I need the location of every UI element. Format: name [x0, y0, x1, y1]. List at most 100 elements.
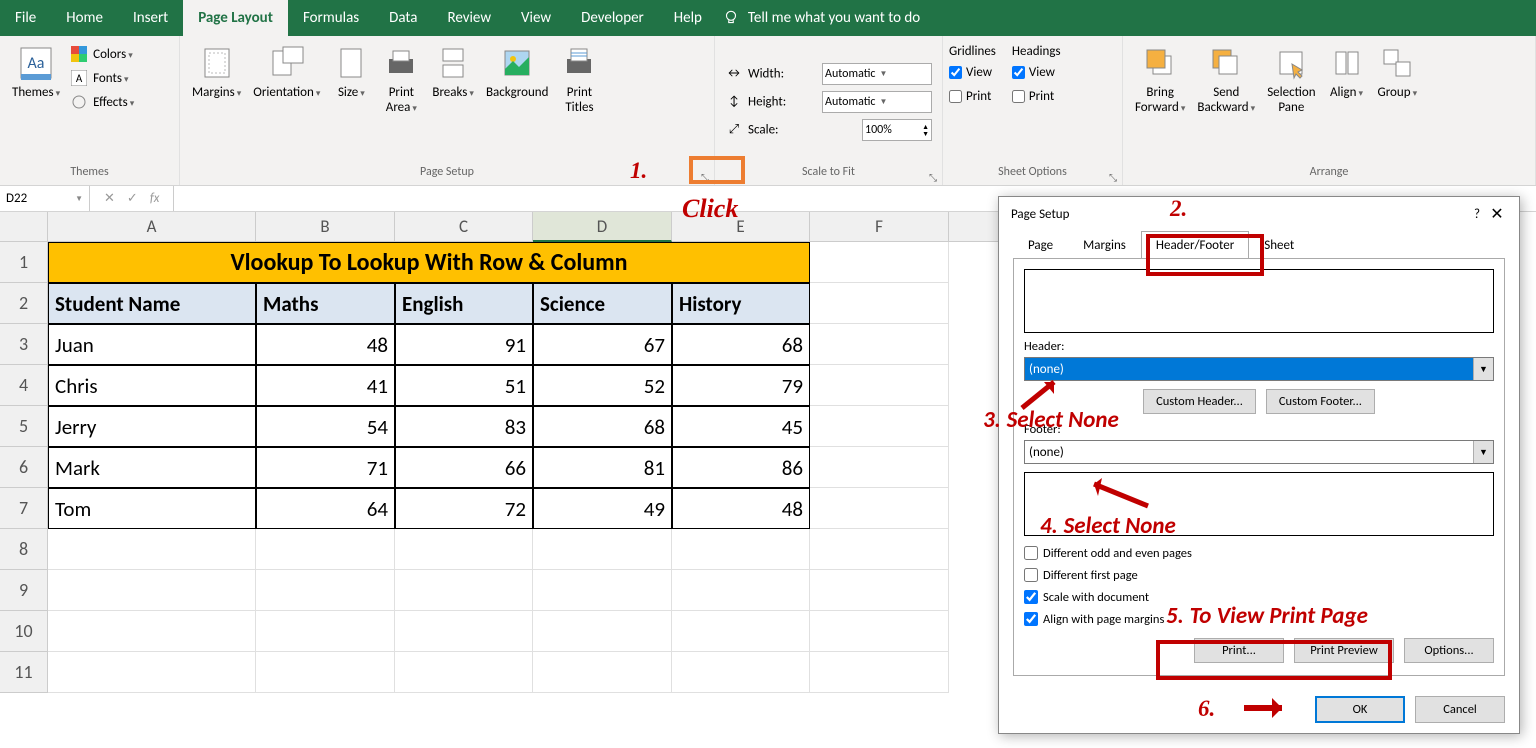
- data-cell[interactable]: Tom: [48, 488, 256, 529]
- headings-view-checkbox[interactable]: View: [1012, 61, 1061, 83]
- data-cell[interactable]: 79: [672, 365, 810, 406]
- breaks-button[interactable]: Breaks: [426, 40, 480, 105]
- header-cell[interactable]: Maths: [256, 283, 395, 324]
- custom-header-button[interactable]: Custom Header...: [1143, 389, 1256, 414]
- enter-formula-icon[interactable]: ✓: [121, 191, 144, 206]
- header-select[interactable]: (none)▼: [1024, 357, 1494, 381]
- cell[interactable]: [48, 652, 256, 693]
- cell[interactable]: [256, 570, 395, 611]
- cell[interactable]: [810, 242, 949, 283]
- colhead-E[interactable]: E: [672, 212, 810, 242]
- header-cell[interactable]: History: [672, 283, 810, 324]
- cell[interactable]: [256, 611, 395, 652]
- gridlines-view-checkbox[interactable]: View: [949, 61, 996, 83]
- cell[interactable]: [395, 529, 533, 570]
- gridlines-print-checkbox[interactable]: Print: [949, 85, 996, 107]
- cell[interactable]: [256, 529, 395, 570]
- cell[interactable]: [810, 570, 949, 611]
- cell[interactable]: [672, 570, 810, 611]
- menu-home[interactable]: Home: [51, 0, 118, 36]
- data-cell[interactable]: 49: [533, 488, 672, 529]
- cell[interactable]: [810, 406, 949, 447]
- data-cell[interactable]: 45: [672, 406, 810, 447]
- fonts-button[interactable]: A Fonts: [66, 66, 138, 90]
- width-combo[interactable]: Automatic▼: [822, 63, 932, 85]
- cell[interactable]: [672, 611, 810, 652]
- cell[interactable]: [810, 283, 949, 324]
- page-setup-launcher[interactable]: ⤡: [698, 170, 712, 184]
- dialog-close-button[interactable]: ✕: [1487, 204, 1507, 224]
- data-cell[interactable]: 68: [533, 406, 672, 447]
- colhead-B[interactable]: B: [256, 212, 395, 242]
- data-cell[interactable]: 81: [533, 447, 672, 488]
- bring-forward-button[interactable]: Bring Forward: [1129, 40, 1191, 120]
- dlg-tab-margins[interactable]: Margins: [1068, 231, 1141, 259]
- dlg-options-button[interactable]: Options...: [1404, 638, 1494, 663]
- dlg-tab-sheet[interactable]: Sheet: [1249, 231, 1309, 259]
- menu-data[interactable]: Data: [374, 0, 432, 36]
- margins-button[interactable]: Margins: [186, 40, 247, 105]
- chk-first-page[interactable]: Different first page: [1024, 564, 1494, 586]
- cancel-formula-icon[interactable]: ✕: [98, 191, 121, 206]
- rowhead-9[interactable]: 9: [0, 570, 48, 611]
- height-combo[interactable]: Automatic▼: [822, 91, 932, 113]
- menu-insert[interactable]: Insert: [118, 0, 183, 36]
- print-area-button[interactable]: Print Area: [376, 40, 426, 120]
- data-cell[interactable]: 52: [533, 365, 672, 406]
- background-button[interactable]: Background: [480, 40, 555, 105]
- dlg-tab-header-footer[interactable]: Header/Footer: [1141, 231, 1249, 259]
- cell[interactable]: [533, 611, 672, 652]
- data-cell[interactable]: 72: [395, 488, 533, 529]
- cell[interactable]: [533, 529, 672, 570]
- data-cell[interactable]: 68: [672, 324, 810, 365]
- dlg-ok-button[interactable]: OK: [1315, 696, 1405, 723]
- themes-button[interactable]: Aa Themes: [6, 40, 66, 105]
- sheet-options-launcher[interactable]: ⤡: [1106, 170, 1120, 184]
- data-cell[interactable]: 91: [395, 324, 533, 365]
- size-button[interactable]: Size: [326, 40, 376, 105]
- menu-page-layout[interactable]: Page Layout: [183, 0, 288, 36]
- orientation-button[interactable]: Orientation: [247, 40, 326, 105]
- data-cell[interactable]: Mark: [48, 447, 256, 488]
- group-button[interactable]: Group: [1372, 40, 1424, 105]
- menu-help[interactable]: Help: [659, 0, 717, 36]
- cell[interactable]: [256, 652, 395, 693]
- rowhead-7[interactable]: 7: [0, 488, 48, 529]
- select-all-corner[interactable]: [0, 212, 48, 242]
- data-cell[interactable]: Jerry: [48, 406, 256, 447]
- menu-developer[interactable]: Developer: [566, 0, 659, 36]
- title-cell[interactable]: Vlookup To Lookup With Row & Column: [48, 242, 810, 283]
- dlg-tab-page[interactable]: Page: [1013, 231, 1068, 259]
- data-cell[interactable]: 48: [256, 324, 395, 365]
- rowhead-11[interactable]: 11: [0, 652, 48, 693]
- rowhead-1[interactable]: 1: [0, 242, 48, 283]
- dlg-cancel-button[interactable]: Cancel: [1415, 696, 1505, 723]
- rowhead-3[interactable]: 3: [0, 324, 48, 365]
- colors-button[interactable]: Colors: [66, 42, 138, 66]
- data-cell[interactable]: 67: [533, 324, 672, 365]
- data-cell[interactable]: 83: [395, 406, 533, 447]
- scale-spinbox[interactable]: 100%▲▼: [862, 119, 932, 141]
- rowhead-4[interactable]: 4: [0, 365, 48, 406]
- dialog-help-button[interactable]: ?: [1467, 207, 1487, 222]
- data-cell[interactable]: Juan: [48, 324, 256, 365]
- cell[interactable]: [395, 652, 533, 693]
- cell[interactable]: [672, 529, 810, 570]
- rowhead-5[interactable]: 5: [0, 406, 48, 447]
- cell[interactable]: [810, 365, 949, 406]
- cell[interactable]: [48, 570, 256, 611]
- colhead-A[interactable]: A: [48, 212, 256, 242]
- cell[interactable]: [810, 324, 949, 365]
- headings-print-checkbox[interactable]: Print: [1012, 85, 1061, 107]
- menu-review[interactable]: Review: [432, 0, 506, 36]
- chk-scale-with-doc[interactable]: Scale with document: [1024, 586, 1494, 608]
- custom-footer-button[interactable]: Custom Footer...: [1266, 389, 1375, 414]
- data-cell[interactable]: 66: [395, 447, 533, 488]
- print-titles-button[interactable]: Print Titles: [554, 40, 604, 120]
- cell[interactable]: [48, 611, 256, 652]
- header-cell[interactable]: Student Name: [48, 283, 256, 324]
- colhead-F[interactable]: F: [810, 212, 949, 242]
- cell[interactable]: [810, 447, 949, 488]
- header-cell[interactable]: English: [395, 283, 533, 324]
- data-cell[interactable]: 54: [256, 406, 395, 447]
